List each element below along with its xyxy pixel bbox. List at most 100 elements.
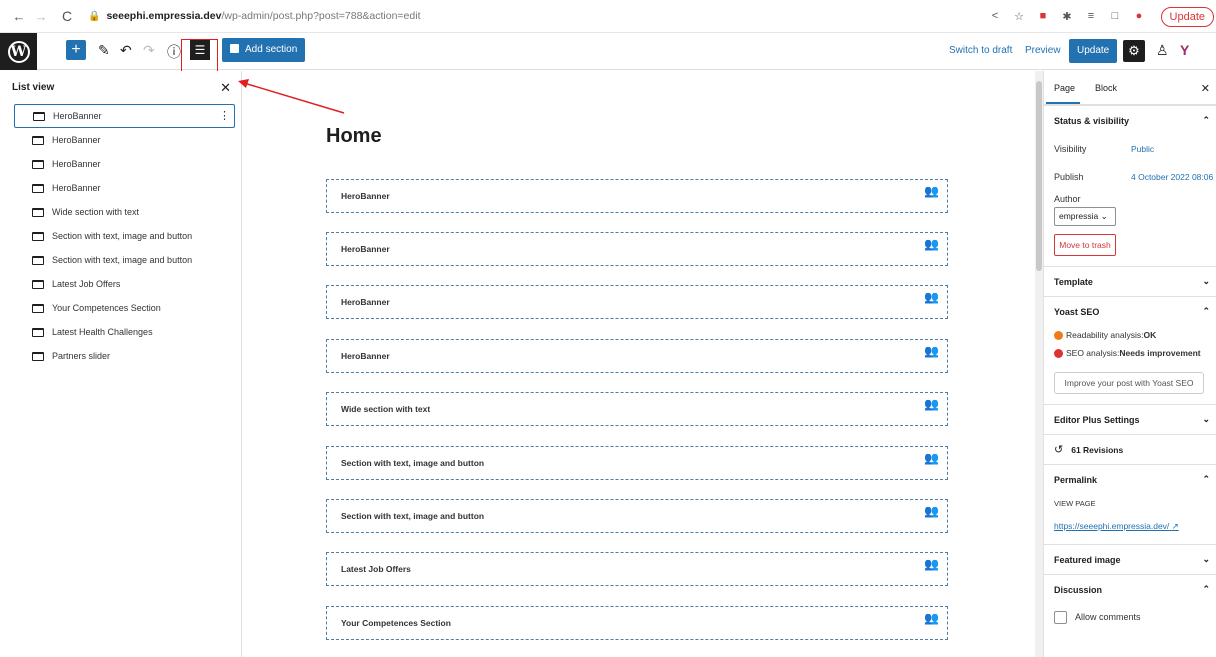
more-options-icon[interactable]: ⋮	[219, 109, 230, 122]
revisions-label: 61 Revisions	[1071, 444, 1124, 455]
browser-update-button[interactable]: Update	[1160, 7, 1214, 27]
chevron-up-icon: ⌃	[1202, 474, 1210, 484]
close-icon[interactable]: ✕	[220, 80, 231, 96]
switch-to-draft-link[interactable]: Switch to draft	[949, 45, 1012, 56]
section-label: HeroBanner	[341, 351, 390, 361]
move-to-trash-button[interactable]: Move to trash	[1054, 234, 1116, 256]
section-block[interactable]: HeroBanner 👥	[326, 285, 948, 319]
publish-date-link[interactable]: 4 October 2022 08:06	[1131, 172, 1213, 182]
section-block[interactable]: Your Competences Section 👥	[326, 606, 948, 640]
section-block[interactable]: Latest Job Offers 👥	[326, 552, 948, 586]
star-icon[interactable]: ☆	[1012, 10, 1026, 23]
revisions-link[interactable]: ↺ 61 Revisions	[1044, 434, 1216, 464]
redo-icon[interactable]: ↷	[143, 42, 155, 59]
list-item[interactable]: Wide section with text	[14, 200, 235, 224]
section-block[interactable]: Section with text, image and button 👥	[326, 446, 948, 480]
author-select[interactable]: empressia ⌄	[1054, 207, 1116, 226]
address-bar[interactable]: seeephi.empressia.dev/wp-admin/post.php?…	[106, 10, 420, 22]
tab-block[interactable]: Block	[1095, 83, 1117, 93]
tab-icon[interactable]: □	[1108, 10, 1122, 23]
wordpress-logo-icon[interactable]: W	[0, 33, 37, 70]
update-button[interactable]: Update	[1069, 39, 1118, 63]
list-item-label: Section with text, image and button	[52, 255, 193, 265]
canvas-scrollbar[interactable]	[1035, 71, 1043, 657]
block-icon	[32, 183, 44, 193]
block-icon	[32, 303, 44, 313]
sidebar-tabs: Page Block ✕	[1044, 71, 1216, 105]
chevron-up-icon: ⌃	[1202, 306, 1210, 316]
back-arrow-icon[interactable]: ←	[10, 9, 28, 24]
tab-page[interactable]: Page	[1054, 83, 1075, 93]
page-title[interactable]: Home	[326, 125, 382, 148]
seo-analysis: SEO analysis: Needs improvement	[1044, 344, 1216, 362]
panel-template[interactable]: Template ⌄	[1044, 266, 1216, 296]
list-item[interactable]: HeroBanner	[14, 176, 235, 200]
visibility-value-link[interactable]: Public	[1131, 144, 1154, 154]
panel-permalink[interactable]: Permalink ⌃	[1044, 464, 1216, 494]
section-block[interactable]: Section with text, image and button 👥	[326, 499, 948, 533]
url-host: seeephi.empressia.dev	[106, 10, 222, 22]
users-icon: 👥	[924, 504, 939, 518]
list-item[interactable]: Partners slider	[14, 344, 235, 368]
list-item[interactable]: Latest Health Challenges	[14, 320, 235, 344]
list-item[interactable]: Section with text, image and button	[14, 224, 235, 248]
section-block[interactable]: HeroBanner 👥	[326, 339, 948, 373]
block-icon	[33, 111, 45, 121]
users-icon: 👥	[924, 451, 939, 465]
permalink-url-text: https://seeephi.empressia.dev/	[1054, 521, 1170, 531]
annotation-highlight-box	[181, 39, 218, 75]
undo-icon[interactable]: ↶	[120, 42, 132, 59]
panel-yoast-seo[interactable]: Yoast SEO ⌃	[1044, 296, 1216, 326]
users-icon: 👥	[924, 397, 939, 411]
puzzle-icon[interactable]: ✱	[1060, 10, 1074, 23]
list-item[interactable]: Your Competences Section	[14, 296, 235, 320]
settings-gear-icon[interactable]: ⚙	[1123, 40, 1145, 62]
extension-icon[interactable]: ■	[1036, 10, 1050, 23]
section-block[interactable]: HeroBanner 👥	[326, 179, 948, 213]
chevron-down-icon: ⌄	[1202, 554, 1210, 564]
allow-comments-row: Allow comments	[1044, 604, 1216, 630]
info-icon[interactable]: ⓘ	[167, 42, 181, 62]
permalink-url[interactable]: https://seeephi.empressia.dev/ ↗	[1044, 514, 1216, 538]
lock-icon[interactable]: 🔒	[88, 11, 100, 22]
reading-list-icon[interactable]: ≡	[1084, 10, 1098, 23]
scrollbar-thumb[interactable]	[1036, 81, 1042, 271]
list-item[interactable]: HeroBanner	[14, 128, 235, 152]
users-icon: 👥	[924, 344, 939, 358]
list-item[interactable]: HeroBanner	[14, 152, 235, 176]
panel-title: Featured image	[1054, 554, 1121, 565]
panel-discussion[interactable]: Discussion ⌃	[1044, 574, 1216, 604]
share-icon[interactable]: <	[988, 10, 1002, 23]
yoast-icon[interactable]: Y	[1180, 42, 1189, 58]
block-icon	[32, 255, 44, 265]
section-label: HeroBanner	[341, 297, 390, 307]
allow-comments-checkbox[interactable]	[1054, 610, 1067, 624]
reload-icon[interactable]: C	[58, 8, 76, 24]
section-label: Section with text, image and button	[341, 511, 485, 521]
forward-arrow-icon[interactable]: →	[32, 9, 50, 24]
pencil-icon[interactable]: ✎	[98, 42, 110, 59]
section-label: Section with text, image and button	[341, 458, 485, 468]
chevron-up-icon: ⌃	[1202, 115, 1210, 125]
browser-extension-icons: < ☆ ■ ✱ ≡ □ ●	[988, 10, 1146, 23]
profile-icon[interactable]: ●	[1132, 10, 1146, 23]
list-item[interactable]: HeroBanner ⋮	[14, 104, 235, 128]
block-icon	[32, 279, 44, 289]
panel-editor-plus[interactable]: Editor Plus Settings ⌄	[1044, 404, 1216, 434]
list-item[interactable]: Latest Job Offers	[14, 272, 235, 296]
add-block-button[interactable]: +	[66, 40, 86, 60]
section-block[interactable]: Wide section with text 👥	[326, 392, 948, 426]
preview-link[interactable]: Preview	[1025, 45, 1061, 56]
section-block[interactable]: HeroBanner 👥	[326, 232, 948, 266]
panel-status-visibility[interactable]: Status & visibility ⌃	[1044, 105, 1216, 135]
panel-featured-image[interactable]: Featured image ⌄	[1044, 544, 1216, 574]
list-item[interactable]: Section with text, image and button	[14, 248, 235, 272]
section-label: HeroBanner	[341, 191, 390, 201]
add-section-button[interactable]: Add section	[222, 38, 306, 62]
author-value: empressia	[1059, 211, 1099, 221]
improve-post-button[interactable]: Improve your post with Yoast SEO	[1054, 372, 1204, 394]
close-icon[interactable]: ✕	[1201, 82, 1210, 95]
editor-plus-icon[interactable]: ♙	[1156, 42, 1169, 59]
list-item-label: Wide section with text	[52, 207, 140, 217]
author-row: Author	[1044, 191, 1216, 207]
